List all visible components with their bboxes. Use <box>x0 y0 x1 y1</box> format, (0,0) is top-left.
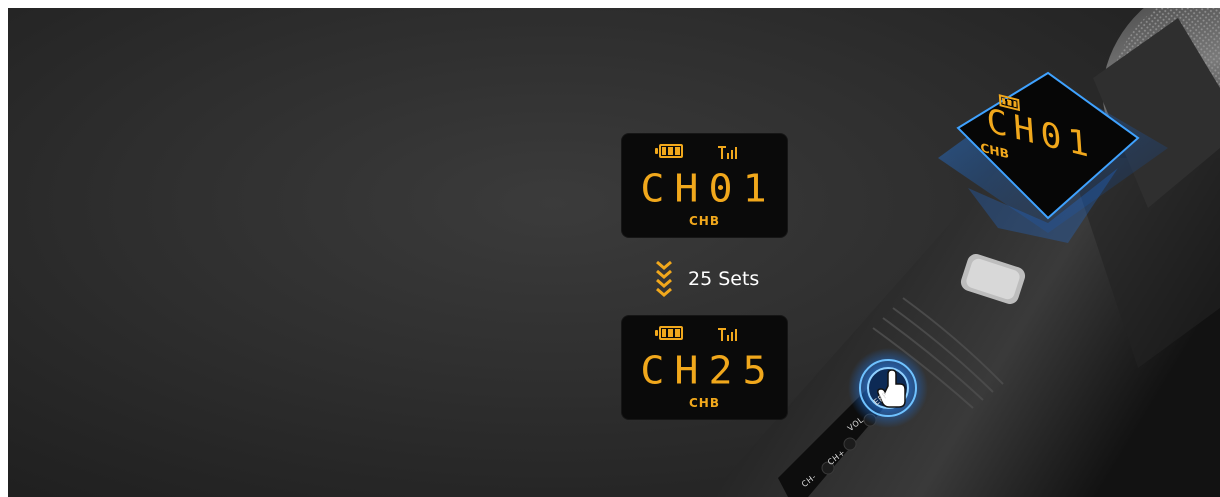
product-banner: EFF VOL CH+ CH- CH01 CHB CH01 CHB 25 Set… <box>8 8 1220 497</box>
signal-antenna-icon <box>718 328 737 341</box>
microphone-illustration <box>708 8 1220 497</box>
sets-label: 25 Sets <box>688 268 760 290</box>
channel-readout: CH25 <box>640 349 777 393</box>
battery-icon <box>655 144 683 158</box>
signal-antenna-icon <box>718 146 737 159</box>
channel-group-label: CHB <box>689 214 720 228</box>
channel-readout: CH01 <box>640 167 777 211</box>
channel-group-label: CHB <box>689 396 720 410</box>
lcd-panel-first: CH01 CHB <box>622 134 787 237</box>
sets-indicator: 25 Sets <box>654 258 759 300</box>
lcd-panel-last: CH25 CHB <box>622 316 787 419</box>
chevrons-down-icon <box>656 260 672 297</box>
battery-icon <box>655 326 683 340</box>
